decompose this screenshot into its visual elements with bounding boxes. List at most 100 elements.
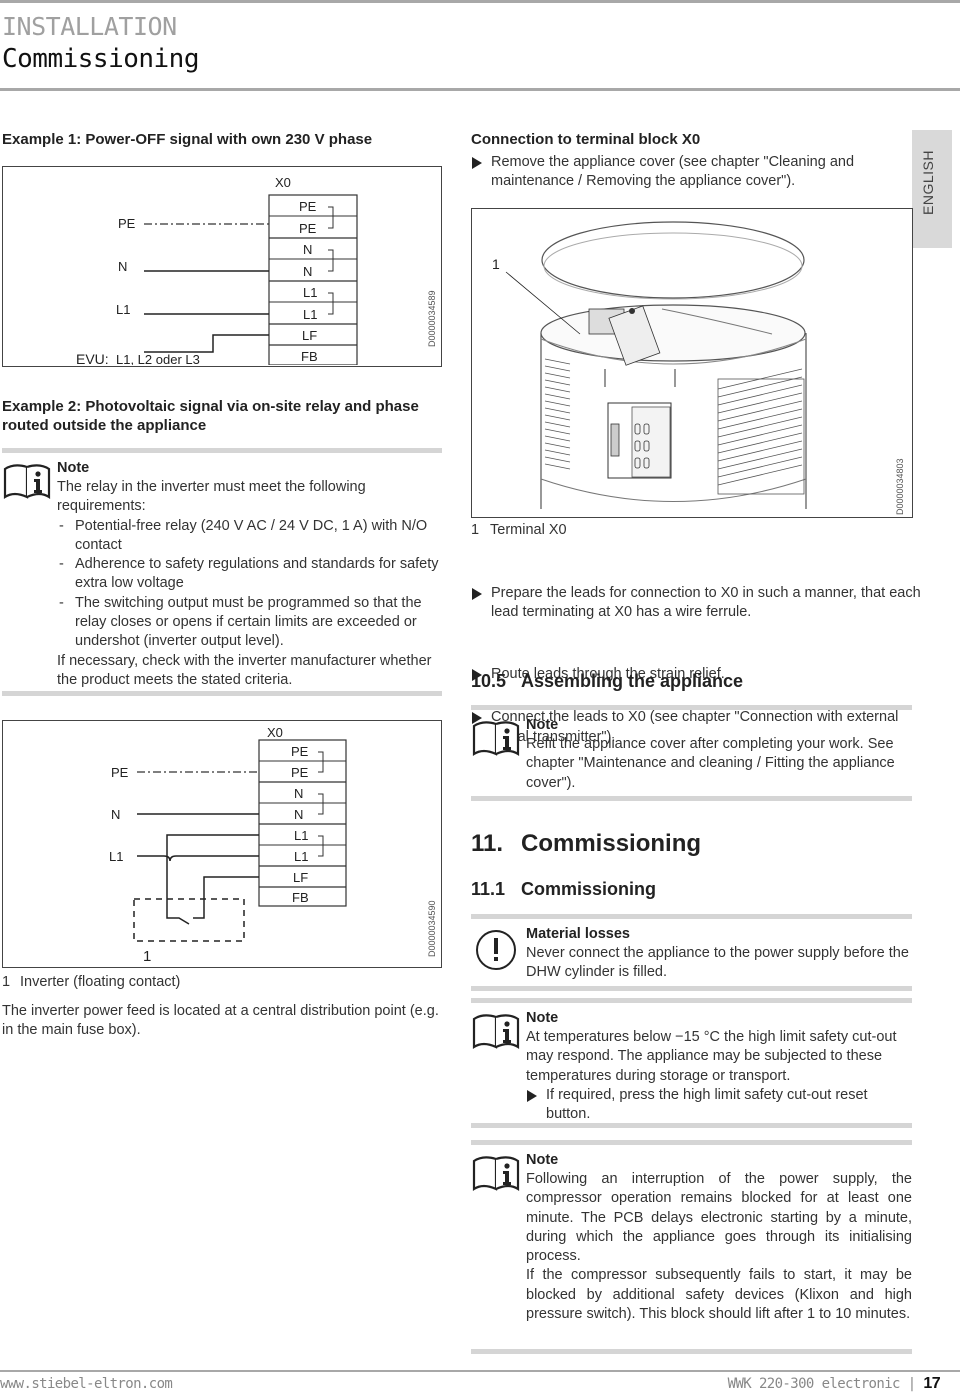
doc-id: D0000034803 <box>895 458 905 515</box>
section-title: Assembling the appliance <box>521 671 744 691</box>
wire-label-n: N <box>118 259 127 274</box>
note-title: Note <box>526 1152 559 1168</box>
legend-text: Terminal X0 <box>490 522 567 538</box>
note-item: Potential-free relay (240 V AC / 24 V DC… <box>57 517 442 556</box>
exclamation-circle-icon <box>474 928 518 976</box>
wire-relay-lf <box>193 876 259 919</box>
note-text: Following an interruption of the power s… <box>526 1171 912 1265</box>
terminal-lf: LF <box>293 870 308 885</box>
terminal-label: X0 <box>275 175 291 190</box>
terminal-n-2: N <box>294 807 303 822</box>
legend-num: 1 <box>2 974 11 990</box>
footer-rule <box>0 1370 960 1372</box>
section-title: Commissioning <box>521 879 657 899</box>
section-11-1-heading: 11.1 Commissioning <box>471 879 656 900</box>
terminal-l1-1: L1 <box>294 828 308 843</box>
note-text: At temperatures below −15 °C the high li… <box>526 1029 897 1084</box>
example1-diagram: X0 PE PE N N L1 L1 LF FB PE N L1 EVU: L1… <box>2 166 442 367</box>
book-info-icon <box>471 1153 523 1197</box>
terminal-l1-2: L1 <box>294 849 308 864</box>
book-info-icon <box>471 718 523 762</box>
callout-1: 1 <box>143 948 151 965</box>
example2-heading: Example 2: Photovoltaic signal via on-si… <box>2 398 419 434</box>
note-text: If the compressor subsequently fails to … <box>526 1267 912 1323</box>
note-step: If required, press the high limit safety… <box>526 1086 912 1125</box>
bridge-l1 <box>328 292 334 315</box>
note-intro: The relay in the inverter must meet the … <box>57 479 366 515</box>
wire-relay-feed <box>166 834 259 925</box>
wire-label-l1: L1 <box>116 302 130 317</box>
section-10-5-heading: 10.5 Assembling the appliance <box>471 671 743 692</box>
wire-evu <box>144 334 269 353</box>
terminal-fb: FB <box>301 349 318 364</box>
header-section: INSTALLATION <box>2 12 177 41</box>
page-number: 17 <box>923 1375 940 1392</box>
bridge-n <box>318 793 324 815</box>
terminal-pe-2: PE <box>299 221 317 236</box>
terminal-pe-1: PE <box>299 199 317 214</box>
terminal-n-1: N <box>303 242 312 257</box>
inverter-box <box>133 898 245 942</box>
wire-label-pe: PE <box>111 765 129 780</box>
section-11-heading: 11. Commissioning <box>471 830 701 858</box>
terminal-lf: LF <box>302 328 317 343</box>
page-title: Commissioning <box>2 44 200 74</box>
warning-title: Material losses <box>526 926 630 942</box>
book-info-icon <box>471 1011 523 1055</box>
callout-1: 1 <box>492 256 500 272</box>
connection-step: Remove the appliance cover (see chapter … <box>471 153 881 192</box>
evu-label: EVU: <box>76 351 109 365</box>
note-item: Adherence to safety regulations and stan… <box>57 555 442 594</box>
footer-url[interactable]: www.stiebel-eltron.com <box>0 1376 173 1392</box>
section-title: Commissioning <box>521 830 702 857</box>
note-item: The switching output must be programmed … <box>57 594 442 652</box>
wire-label-l1: L1 <box>109 849 123 864</box>
wire-label-n: N <box>111 807 120 822</box>
note-title: Note <box>526 1010 559 1026</box>
section-number: 11. <box>471 830 504 857</box>
legend-num: 1 <box>471 522 480 538</box>
bridge-pe <box>328 206 334 229</box>
section-10-5-note: Note Refit the appliance cover after com… <box>471 705 912 801</box>
example2-diagram: X0 PE PE N N L1 L1 LF FB PE N L1 1 D0000… <box>2 720 442 968</box>
heat-pump-illustration: 1 <box>492 221 807 509</box>
appliance-figure: 1 D0000034803 <box>471 208 913 518</box>
terminal-n-1: N <box>294 786 303 801</box>
wire-label-pe: PE <box>118 216 136 231</box>
language-tab: ENGLISH <box>912 130 952 248</box>
terminal-l1-1: L1 <box>303 285 317 300</box>
section-number: 10.5 <box>471 671 507 691</box>
temperature-note: Note At temperatures below −15 °C the hi… <box>471 998 912 1128</box>
connection-legend: 1 Terminal X0 <box>471 521 567 540</box>
header-top-rule <box>0 0 960 3</box>
power-interruption-note: Note Following an interruption of the po… <box>471 1140 912 1354</box>
legend-text: Inverter (floating contact) <box>20 974 181 990</box>
header-bottom-rule <box>0 88 960 91</box>
wire-l1 <box>137 855 259 862</box>
bridge-n <box>328 249 334 272</box>
note-title: Note <box>57 460 90 476</box>
terminal-l1-2: L1 <box>303 307 317 322</box>
doc-id: D0000034589 <box>427 290 437 347</box>
example2-note: Note The relay in the inverter must meet… <box>2 448 442 696</box>
terminal-pe-2: PE <box>291 765 309 780</box>
warning-text: Never connect the appliance to the power… <box>526 945 909 981</box>
note-footer: If necessary, check with the inverter ma… <box>57 652 432 688</box>
terminal-fb: FB <box>292 890 309 905</box>
book-info-icon <box>2 461 54 505</box>
material-losses-warning: Material losses Never connect the applia… <box>471 914 912 991</box>
example2-legend: 1 Inverter (floating contact) <box>2 973 180 992</box>
section-number: 11.1 <box>471 879 506 899</box>
language-label: ENGLISH <box>920 150 936 215</box>
footer-separator: | <box>907 1376 916 1392</box>
example2-paragraph: The inverter power feed is located at a … <box>2 1003 439 1039</box>
doc-id: D0000034590 <box>427 900 437 957</box>
product-name: WWK 220-300 electronic <box>727 1376 901 1392</box>
bridge-pe <box>318 751 324 773</box>
connection-heading: Connection to terminal block X0 <box>471 131 701 148</box>
footer-product: WWK 220-300 electronic | 17 <box>727 1375 941 1393</box>
evu-value: L1, L2 oder L3 <box>116 352 200 365</box>
note-text: Refit the appliance cover after completi… <box>526 736 895 791</box>
example1-heading: Example 1: Power-OFF signal with own 230… <box>2 131 373 148</box>
note-title: Note <box>526 717 559 733</box>
